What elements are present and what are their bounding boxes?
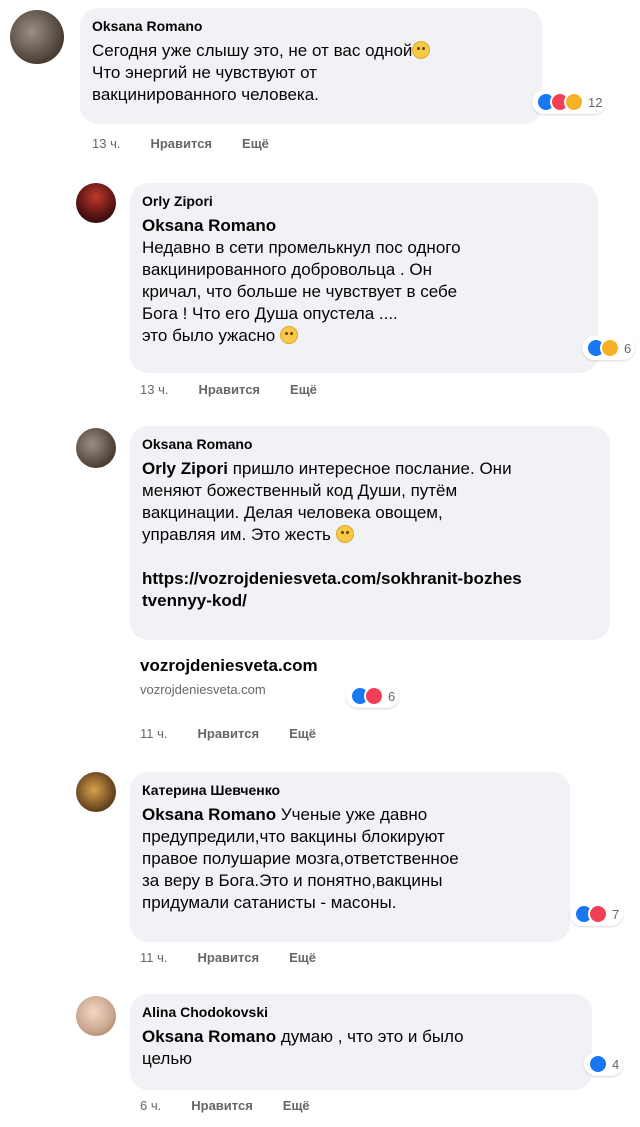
avatar[interactable] (76, 183, 116, 223)
comment-bubble: Oksana Romano Сегодня уже слышу это, не … (80, 8, 542, 124)
like-button[interactable]: Нравится (191, 1098, 253, 1113)
avatar[interactable] (10, 10, 64, 64)
mention-link[interactable]: Oksana Romano (142, 805, 276, 824)
comment-text: Oksana Romano думаю , что это и было цел… (142, 1026, 580, 1070)
comment-text: Orly Zipori пришло интересное послание. … (142, 458, 598, 546)
comment-actions: 11 ч. Нравится Ещё (140, 726, 316, 741)
smile-emoji-icon (279, 326, 298, 344)
sad-reaction-icon (600, 338, 620, 358)
comment-author[interactable]: Катерина Шевченко (142, 782, 558, 798)
avatar[interactable] (76, 996, 116, 1036)
comment-actions: 11 ч. Нравится Ещё (140, 950, 316, 965)
comment-text-line: Что энергий не чувствуют от вакцинирован… (92, 63, 319, 104)
reactions-summary[interactable]: 12 (532, 90, 607, 114)
link-preview-title[interactable]: vozrojdeniesveta.com (140, 656, 440, 676)
love-reaction-icon (588, 904, 608, 924)
comment-bubble: Orly Zipori Oksana Romano Недавно в сети… (130, 183, 598, 373)
more-button[interactable]: Ещё (283, 1098, 310, 1113)
smile-emoji-icon (412, 41, 431, 59)
like-button[interactable]: Нравится (150, 136, 212, 151)
reaction-count: 4 (612, 1056, 620, 1072)
smile-emoji-icon (335, 525, 354, 543)
comment-text-line: Сегодня уже слышу это, не от вас одной (92, 41, 413, 60)
reactions-summary[interactable]: 7 (570, 902, 624, 926)
more-button[interactable]: Ещё (289, 726, 316, 741)
comment-author[interactable]: Oksana Romano (142, 436, 598, 452)
more-button[interactable]: Ещё (242, 136, 269, 151)
comment-text-line: Недавно в сети промелькнул пос одного ва… (142, 238, 461, 345)
reactions-summary[interactable]: 6 (582, 336, 636, 360)
comment-time[interactable]: 11 ч. (140, 950, 168, 965)
comment-author[interactable]: Alina Chodokovski (142, 1004, 580, 1020)
reactions-summary[interactable]: 6 (346, 684, 400, 708)
reaction-count: 12 (588, 94, 603, 110)
mention-link[interactable]: Oksana Romano (142, 216, 276, 235)
comment-text: Oksana Romano Недавно в сети промелькнул… (142, 215, 586, 347)
like-button[interactable]: Нравится (198, 726, 260, 741)
comment-time[interactable]: 13 ч. (140, 382, 168, 397)
comment-time[interactable]: 13 ч. (92, 136, 120, 151)
comment-bubble: Катерина Шевченко Oksana Romano Ученые у… (130, 772, 570, 942)
love-reaction-icon (364, 686, 384, 706)
avatar[interactable] (76, 428, 116, 468)
comment-text: Сегодня уже слышу это, не от вас одной Ч… (92, 40, 530, 106)
like-button[interactable]: Нравится (198, 382, 260, 397)
mention-link[interactable]: Orly Zipori (142, 459, 228, 478)
reactions-summary[interactable]: 4 (584, 1052, 624, 1076)
reaction-count: 6 (624, 340, 632, 356)
comment-bubble: Alina Chodokovski Oksana Romano думаю , … (130, 994, 592, 1090)
more-button[interactable]: Ещё (289, 950, 316, 965)
wow-reaction-icon (564, 92, 584, 112)
mention-link[interactable]: Oksana Romano (142, 1027, 276, 1046)
comment-actions: 6 ч. Нравится Ещё (140, 1098, 310, 1113)
comment-time[interactable]: 11 ч. (140, 726, 168, 741)
avatar[interactable] (76, 772, 116, 812)
comment-actions: 13 ч. Нравится Ещё (92, 136, 269, 151)
comment-actions: 13 ч. Нравится Ещё (140, 382, 317, 397)
comment-time[interactable]: 6 ч. (140, 1098, 161, 1113)
more-button[interactable]: Ещё (290, 382, 317, 397)
reaction-count: 7 (612, 906, 620, 922)
external-link[interactable]: https://vozrojdeniesveta.com/sokhranit-b… (142, 568, 598, 612)
comment-bubble: Oksana Romano Orly Zipori пришло интерес… (130, 426, 610, 640)
comment-author[interactable]: Orly Zipori (142, 193, 586, 209)
like-reaction-icon (588, 1054, 608, 1074)
comment-author[interactable]: Oksana Romano (92, 18, 530, 34)
like-button[interactable]: Нравится (198, 950, 260, 965)
reaction-count: 6 (388, 688, 396, 704)
comment-text: Oksana Romano Ученые уже давно предупред… (142, 804, 558, 914)
